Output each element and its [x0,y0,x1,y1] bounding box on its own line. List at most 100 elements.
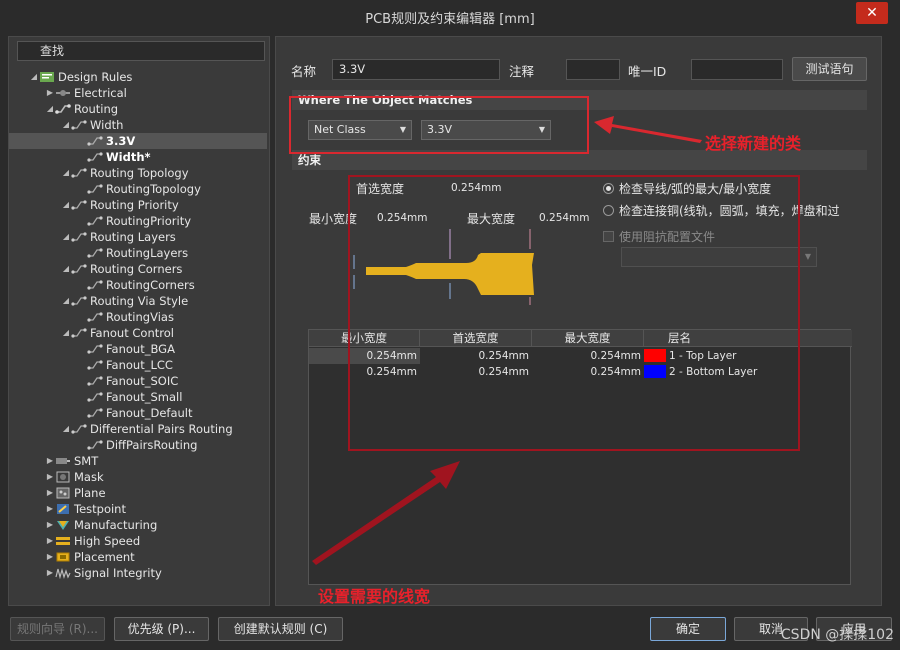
tree-item[interactable]: ▶ High Speed [9,533,267,549]
tree-item[interactable]: RoutingLayers [9,245,267,261]
tree-item-label: RoutingLayers [106,246,189,260]
tree-item[interactable]: ▶ Plane [9,485,267,501]
expanded-arrow-icon[interactable]: ◢ [61,197,71,213]
ok-button[interactable]: 确定 [650,617,726,641]
collapsed-arrow-icon[interactable]: ▶ [45,469,55,485]
tree-item[interactable]: ▶ Testpoint [9,501,267,517]
tree-item[interactable]: ◢ Routing Corners [9,261,267,277]
tree-item[interactable]: ▶ Mask [9,469,267,485]
tree-item[interactable]: RoutingTopology [9,181,267,197]
tree-item[interactable]: ▶ Manufacturing [9,517,267,533]
tree-item[interactable]: 3.3V [9,133,267,149]
tree-item-label: Width [90,118,124,132]
tree-item-label: Fanout Control [90,326,174,340]
collapsed-arrow-icon[interactable]: ▶ [45,517,55,533]
rule-icon [71,198,90,212]
class-annotation-text: 选择新建的类 [705,134,802,153]
class-annotation-arrow-icon [594,116,702,143]
tree-item[interactable]: ▶ Placement [9,549,267,565]
name-field[interactable]: 3.3V [332,59,500,80]
tree-item-label: Width* [106,150,151,164]
rule-icon [87,358,106,372]
rule-icon [87,182,106,196]
chevron-down-icon: ▼ [804,252,811,261]
priority-button[interactable]: 优先级 (P)... [114,617,209,641]
placement-icon [55,550,74,564]
tree-item-label: Placement [74,550,135,564]
collapsed-arrow-icon[interactable]: ▶ [45,533,55,549]
tree-item[interactable]: ◢ Routing Layers [9,229,267,245]
rule-icon [71,230,90,244]
expanded-arrow-icon[interactable]: ◢ [61,165,71,181]
collapsed-arrow-icon[interactable]: ▶ [45,453,55,469]
tree-item[interactable]: Fanout_BGA [9,341,267,357]
tree-item-label: Differential Pairs Routing [90,422,233,436]
expanded-arrow-icon[interactable]: ◢ [61,293,71,309]
plane-icon [55,486,74,500]
highspeed-icon [55,534,74,548]
rule-icon [87,374,106,388]
tree-item[interactable]: ▶ Signal Integrity [9,565,267,581]
tree-item[interactable]: Width* [9,149,267,165]
rule-icon [71,422,90,436]
expanded-arrow-icon[interactable]: ◢ [61,325,71,341]
expanded-arrow-icon[interactable]: ◢ [61,229,71,245]
tree-item[interactable]: ◢ Routing Priority [9,197,267,213]
rule-icon [71,166,90,180]
tree-item[interactable]: ▶ Electrical [9,85,267,101]
tree-item[interactable]: ◢ Routing [9,101,267,117]
expanded-arrow-icon[interactable]: ◢ [61,261,71,277]
rule-icon [87,390,106,404]
create-default-rules-button[interactable]: 创建默认规则 (C) [218,617,343,641]
tree-item[interactable]: Fanout_LCC [9,357,267,373]
tree-item-label: RoutingPriority [106,214,192,228]
collapsed-arrow-icon[interactable]: ▶ [45,549,55,565]
comment-field[interactable] [566,59,620,80]
rules-tree-panel: 查找 ◢ Design Rules ▶ Electrical ◢ Routing ◢ Widt… [8,36,270,606]
manufacturing-icon [55,518,74,532]
close-button[interactable]: ✕ [856,2,888,24]
tree-item-label: Manufacturing [74,518,158,532]
rule-icon [71,294,90,308]
tree-item-label: Fanout_Default [106,406,193,420]
tree-item[interactable]: ◢ Width [9,117,267,133]
tree-item-label: High Speed [74,534,141,548]
collapsed-arrow-icon[interactable]: ▶ [45,565,55,581]
tree-item-label: Routing Via Style [90,294,189,308]
tree-item[interactable]: RoutingPriority [9,213,267,229]
tree-item-label: RoutingCorners [106,278,195,292]
tree-item[interactable]: ◢ Differential Pairs Routing [9,421,267,437]
tree-item[interactable]: ◢ Routing Topology [9,165,267,181]
tree-item-label: DiffPairsRouting [106,438,198,452]
tree-item[interactable]: ◢ Fanout Control [9,325,267,341]
width-annotation-box [348,175,800,451]
tree-item[interactable]: DiffPairsRouting [9,437,267,453]
unique-id-field[interactable] [691,59,783,80]
test-query-button[interactable]: 测试语句 [792,57,867,81]
search-input[interactable]: 查找 [17,41,265,61]
rule-icon [87,438,106,452]
rules-icon [39,70,58,84]
rule-wizard-button[interactable]: 规则向导 (R)... [10,617,105,641]
tree-item[interactable]: Fanout_Default [9,405,267,421]
collapsed-arrow-icon[interactable]: ▶ [45,85,55,101]
rule-icon [87,406,106,420]
expanded-arrow-icon[interactable]: ◢ [61,117,71,133]
tree-item[interactable]: Fanout_Small [9,389,267,405]
expanded-arrow-icon[interactable]: ◢ [61,421,71,437]
tree-item-label: Routing Priority [90,198,179,212]
collapsed-arrow-icon[interactable]: ▶ [45,485,55,501]
tree-item[interactable]: Fanout_SOIC [9,373,267,389]
tree-item[interactable]: ◢ Routing Via Style [9,293,267,309]
tree-item[interactable]: ▶ SMT [9,453,267,469]
collapsed-arrow-icon[interactable]: ▶ [45,501,55,517]
tree-item[interactable]: RoutingVias [9,309,267,325]
expanded-arrow-icon[interactable]: ◢ [45,101,55,117]
tree-item-label: Fanout_BGA [106,342,175,356]
name-label: 名称 [291,64,317,79]
tree-item[interactable]: RoutingCorners [9,277,267,293]
title-bar: PCB规则及约束编辑器 [mm] ✕ [0,0,900,32]
expanded-arrow-icon[interactable]: ◢ [29,69,39,85]
tree-item-label: Design Rules [58,70,133,84]
tree-item[interactable]: ◢ Design Rules [9,69,267,85]
